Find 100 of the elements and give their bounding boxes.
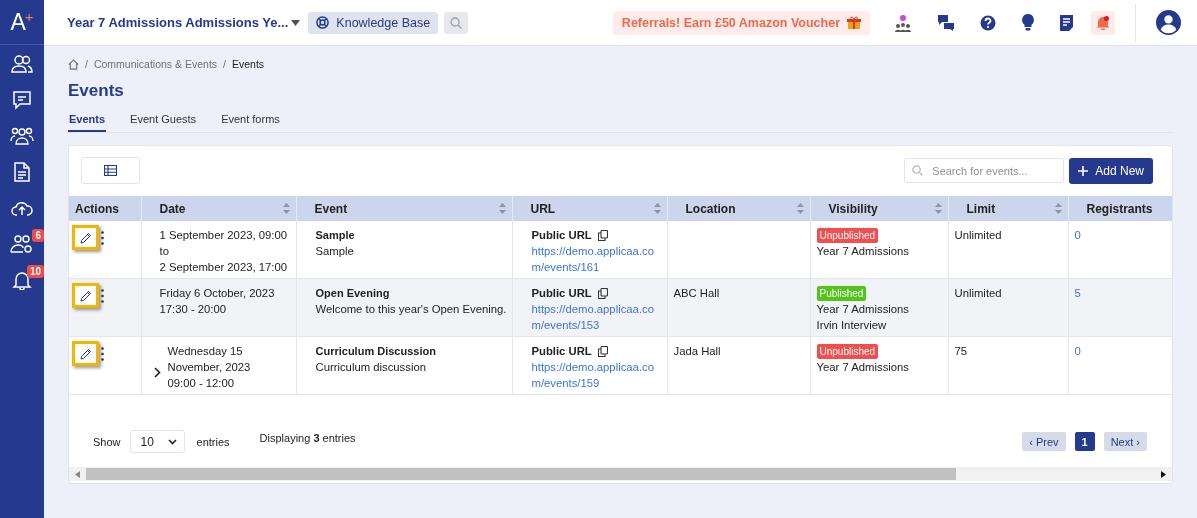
- bell-icon: [1096, 15, 1110, 30]
- event-description: Welcome to this year's Open Evening.: [315, 302, 508, 317]
- registrants-link[interactable]: 5: [1074, 287, 1081, 299]
- lifebuoy-icon: [316, 16, 330, 29]
- column-header[interactable]: Date: [159, 201, 186, 216]
- date-text: to: [159, 244, 170, 259]
- group-icon[interactable]: [10, 126, 34, 146]
- url-label: Public URL: [531, 286, 592, 301]
- limit-text: Unlimited: [954, 229, 1002, 241]
- lightbulb-icon[interactable]: [1022, 14, 1034, 31]
- search-field[interactable]: Search for events...: [904, 158, 1065, 183]
- edit-button[interactable]: [72, 225, 99, 250]
- school-selector[interactable]: Year 7 Admissions Admissions Ye...: [67, 15, 301, 30]
- more-icon[interactable]: [101, 346, 104, 361]
- people-icon[interactable]: [11, 54, 33, 74]
- edit-button[interactable]: [72, 283, 99, 308]
- breadcrumb-separator: /: [85, 58, 88, 70]
- show-label: Show: [93, 435, 121, 448]
- pencil-icon: [79, 289, 92, 302]
- page-size-select[interactable]: 10: [129, 430, 185, 453]
- date-text: Friday 6 October, 2023: [159, 286, 275, 301]
- scroll-left-icon[interactable]: [75, 470, 80, 478]
- status-badge: Unpublished: [816, 228, 879, 243]
- url-label: Public URL: [531, 228, 592, 243]
- caret-icon: [291, 19, 301, 26]
- breadcrumb-item[interactable]: Communications & Events: [93, 58, 218, 70]
- registrants-link[interactable]: 0: [1074, 345, 1081, 357]
- gift-icon: [847, 15, 861, 30]
- copy-icon[interactable]: [597, 229, 608, 241]
- event-url-link[interactable]: https://demo.applicaa.com/events/153: [531, 301, 663, 333]
- limit-text: 75: [954, 345, 968, 357]
- event-name: Open Evening: [315, 286, 391, 301]
- visibility-text: Year 7 Admissions: [816, 360, 911, 375]
- date-text: 17:30 - 20:00: [159, 302, 228, 317]
- url-label: Public URL: [531, 344, 592, 359]
- visibility-text: Year 7 Admissions: [816, 302, 911, 317]
- edit-button[interactable]: [72, 341, 99, 366]
- entries-label: entries: [196, 435, 230, 448]
- bell-icon[interactable]: [12, 270, 32, 290]
- more-icon[interactable]: [101, 230, 104, 245]
- column-header[interactable]: URL: [530, 201, 556, 216]
- pagination-button[interactable]: ‹ Prev: [1022, 432, 1066, 451]
- pencil-icon: [79, 347, 92, 360]
- date-text: 09:00 - 12:00: [167, 376, 236, 391]
- event-description: Sample: [315, 244, 355, 259]
- column-header[interactable]: Limit: [966, 201, 996, 216]
- help-icon[interactable]: [980, 14, 996, 31]
- cloud-upload-icon[interactable]: [11, 199, 33, 217]
- pagination-button[interactable]: Next ›: [1103, 432, 1147, 451]
- date-text: November, 2023: [167, 360, 251, 375]
- avatar-icon[interactable]: [1156, 10, 1181, 35]
- more-icon[interactable]: [101, 288, 104, 303]
- count-badge: 10: [26, 265, 44, 278]
- team-idea-icon[interactable]: [894, 13, 912, 32]
- date-text: Wednesday 15: [167, 344, 244, 359]
- document-icon[interactable]: [1060, 14, 1073, 31]
- visibility-text: Year 7 Admissions: [816, 244, 911, 259]
- event-url-link[interactable]: https://demo.applicaa.com/events/159: [531, 359, 663, 391]
- copy-icon[interactable]: [597, 287, 608, 299]
- event-name: Sample: [315, 228, 356, 243]
- displaying-text: Displaying 3 entries: [259, 431, 356, 444]
- date-text: 1 September 2023, 09:00: [159, 228, 287, 243]
- event-name: Curriculum Discussion: [315, 344, 437, 359]
- notifications-button[interactable]: [1091, 10, 1115, 35]
- count-badge: 6: [32, 229, 44, 242]
- event-url-link[interactable]: https://demo.applicaa.com/events/161: [531, 243, 663, 275]
- table-icon: [104, 165, 117, 176]
- pagination-button[interactable]: 1: [1074, 432, 1095, 451]
- document-icon[interactable]: [14, 162, 30, 182]
- scroll-right-icon[interactable]: [1161, 470, 1166, 478]
- column-header[interactable]: Event: [314, 201, 348, 216]
- pencil-icon: [79, 231, 92, 244]
- event-description: Curriculum discussion: [315, 360, 427, 375]
- visibility-text: Irvin Interview: [816, 318, 888, 333]
- chevron-down-icon: [167, 438, 177, 445]
- plus-icon: [1078, 165, 1089, 176]
- add-new-button[interactable]: Add New: [1069, 157, 1153, 184]
- tab[interactable]: Event forms: [220, 111, 281, 132]
- search-icon: [450, 16, 463, 29]
- columns-button[interactable]: [81, 157, 140, 184]
- limit-text: Unlimited: [954, 287, 1002, 299]
- group-settings-icon[interactable]: [10, 234, 34, 254]
- expand-icon[interactable]: [153, 366, 161, 378]
- registrants-link[interactable]: 0: [1074, 229, 1081, 241]
- location-text: ABC Hall: [673, 287, 720, 299]
- chat-bubbles-icon[interactable]: [938, 14, 954, 31]
- home-icon[interactable]: [68, 58, 79, 70]
- location-text: Jada Hall: [673, 345, 721, 357]
- knowledge-base-button[interactable]: Knowledge Base: [308, 11, 439, 34]
- status-badge: Unpublished: [816, 344, 879, 359]
- tab[interactable]: Events: [68, 111, 107, 132]
- status-badge: Published: [816, 286, 867, 301]
- page-title: Events: [68, 81, 125, 101]
- date-text: 2 September 2023, 17:00: [159, 260, 287, 275]
- tab[interactable]: Event Guests: [129, 111, 198, 132]
- horizontal-scrollbar[interactable]: [69, 467, 1172, 481]
- copy-icon[interactable]: [597, 345, 608, 357]
- chat-icon[interactable]: [12, 90, 32, 110]
- breadcrumb-item: Events: [232, 58, 265, 70]
- breadcrumb-separator: /: [223, 58, 226, 70]
